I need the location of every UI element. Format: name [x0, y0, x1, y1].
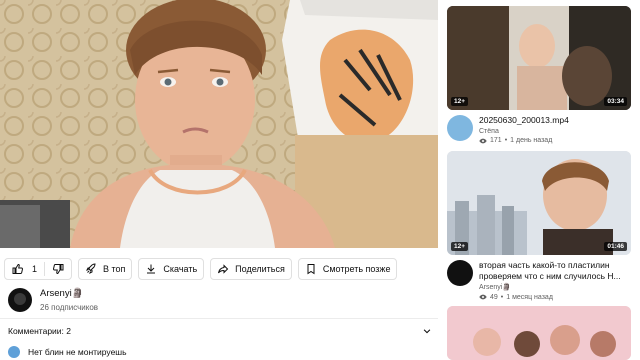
comment-text: Нет блин не монтируешь: [28, 347, 127, 357]
thumbs-up-icon: [12, 264, 23, 274]
subscriber-count: 26 подписчиков: [40, 303, 99, 312]
eye-icon: [479, 138, 487, 143]
like-button[interactable]: 1: [5, 259, 44, 279]
share-label: Поделиться: [235, 264, 285, 274]
channel-name[interactable]: Arsenyi🗿: [40, 288, 98, 299]
video-player[interactable]: [0, 0, 438, 248]
comment-preview[interactable]: Нет блин не монтируешь: [8, 346, 127, 358]
share-icon: [218, 264, 229, 274]
upload-age: 1 месяц назад: [506, 293, 553, 301]
duration-badge: 03:34: [604, 97, 627, 106]
recommended-video-card[interactable]: [447, 306, 631, 360]
video-meta: вторая часть какой-то пластилин проверяе…: [447, 260, 631, 301]
video-title[interactable]: вторая часть какой-то пластилин проверяе…: [479, 260, 631, 281]
watch-later-button[interactable]: Смотреть позже: [297, 258, 398, 280]
comments-header[interactable]: Комментарии: 2: [8, 326, 432, 336]
video-thumbnail[interactable]: [447, 306, 631, 360]
to-top-label: В топ: [103, 264, 126, 274]
thumbnail-illustration: [447, 151, 631, 255]
upload-age: 1 день назад: [510, 137, 553, 144]
age-rating-badge: 12+: [451, 97, 469, 106]
video-channel[interactable]: Стёпа: [479, 128, 569, 135]
age-rating-badge: 12+: [451, 242, 469, 251]
comments-count: 2: [66, 326, 72, 336]
section-divider: [0, 318, 438, 319]
dislike-button[interactable]: [45, 259, 71, 279]
video-stats: 49 • 1 месяц назад: [479, 293, 631, 301]
like-dislike-group: 1: [4, 258, 73, 280]
channel-info[interactable]: Arsenyi🗿 26 подписчиков: [8, 288, 98, 312]
rocket-icon: [86, 263, 96, 274]
dot-separator: •: [504, 137, 508, 144]
channel-avatar[interactable]: [447, 260, 473, 286]
download-icon: [147, 264, 156, 274]
comments-label: Комментарии:: [8, 326, 64, 336]
video-meta: 20250630_200013.mp4 Стёпа 171 • 1 день н…: [447, 115, 631, 145]
chevron-down-icon[interactable]: [422, 326, 432, 336]
video-title[interactable]: 20250630_200013.mp4: [479, 115, 569, 126]
download-label: Скачать: [163, 264, 198, 274]
thumbnail-illustration: [447, 6, 631, 110]
dot-separator: •: [500, 293, 504, 301]
video-thumbnail[interactable]: 12+ 01:46: [447, 151, 631, 255]
channel-avatar[interactable]: [447, 115, 473, 141]
video-frame-illustration: [0, 0, 438, 248]
to-top-button[interactable]: В топ: [78, 258, 133, 280]
bookmark-icon: [307, 264, 315, 275]
like-count: 1: [32, 264, 38, 274]
recommended-video-card[interactable]: 12+ 03:34 20250630_200013.mp4 Стёпа 171 …: [447, 6, 631, 145]
thumbnail-illustration: [447, 306, 631, 360]
download-button[interactable]: Скачать: [138, 258, 205, 280]
video-thumbnail[interactable]: 12+ 03:34: [447, 6, 631, 110]
watch-later-label: Смотреть позже: [322, 264, 391, 274]
thumbs-down-icon: [53, 264, 64, 274]
view-count: 49: [490, 293, 498, 301]
share-button[interactable]: Поделиться: [210, 258, 292, 280]
duration-badge: 01:46: [604, 242, 627, 251]
commenter-avatar: [8, 346, 20, 358]
video-stats: 171 • 1 день назад: [479, 137, 569, 145]
view-count: 171: [490, 137, 502, 144]
video-channel[interactable]: Arsenyi🗿: [479, 283, 631, 291]
eye-icon: [479, 294, 487, 300]
action-bar: 1 В топ Скачать Поделиться Смотреть позж…: [4, 258, 398, 280]
channel-avatar[interactable]: [8, 288, 32, 312]
recommended-video-card[interactable]: 12+ 01:46 вторая часть какой-то пластили…: [447, 151, 631, 301]
